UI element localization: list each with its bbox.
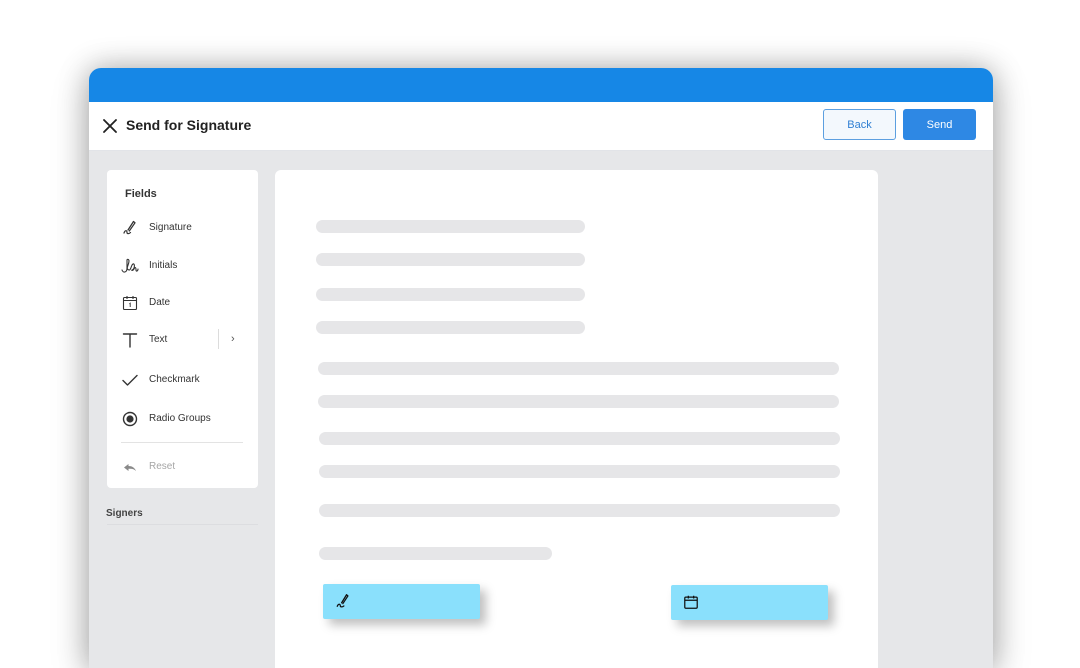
field-item-checkmark[interactable]: Checkmark (107, 367, 258, 393)
reset-button[interactable]: Reset (107, 454, 258, 480)
placeholder-text-line (316, 288, 585, 301)
placeholder-text-line (316, 220, 585, 233)
field-item-text[interactable]: Text › (107, 327, 258, 353)
header-bar: Send for Signature Back Send (89, 102, 993, 151)
placeholder-text-line (319, 432, 840, 445)
placed-signature-field[interactable] (323, 584, 480, 619)
field-label-initials: Initials (149, 260, 178, 271)
placeholder-text-line (316, 321, 585, 334)
field-item-signature[interactable]: Signature (107, 215, 258, 241)
pen-icon (123, 220, 136, 235)
field-item-date[interactable]: Date (107, 290, 258, 316)
send-button[interactable]: Send (903, 109, 976, 140)
fields-title: Fields (125, 188, 157, 200)
signers-divider (107, 524, 258, 525)
text-icon (122, 333, 138, 348)
placeholder-text-line (319, 547, 552, 560)
placeholder-text-line (316, 253, 585, 266)
pen-icon (336, 594, 349, 608)
field-item-radio-groups[interactable]: Radio Groups (107, 406, 258, 432)
field-label-date: Date (149, 297, 171, 308)
document-page (275, 170, 878, 668)
field-label-signature: Signature (149, 222, 192, 233)
signers-heading: Signers (106, 508, 143, 519)
radio-icon (122, 411, 138, 427)
undo-icon (124, 464, 136, 471)
calendar-icon (684, 595, 698, 609)
field-label-radio-groups: Radio Groups (149, 413, 211, 424)
placeholder-text-line (318, 395, 839, 408)
checkmark-icon (122, 374, 138, 386)
placeholder-text-line (319, 465, 840, 478)
placeholder-text-line (319, 504, 840, 517)
top-accent-bar (89, 68, 993, 102)
calendar-icon (122, 296, 138, 311)
panel-divider (121, 442, 243, 443)
close-icon[interactable] (101, 117, 119, 135)
initials-icon (121, 258, 139, 273)
app-window: Send for Signature Back Send Fields Sign… (89, 68, 993, 668)
field-label-text: Text (149, 334, 168, 345)
chevron-right-icon[interactable]: › (231, 333, 235, 345)
reset-label: Reset (149, 461, 176, 472)
back-button[interactable]: Back (823, 109, 896, 140)
field-label-checkmark: Checkmark (149, 374, 200, 385)
placed-date-field[interactable] (671, 585, 828, 620)
page-title: Send for Signature (126, 117, 252, 133)
fields-panel: Fields Signature Initials Date Text › Ch… (107, 170, 258, 488)
separator (218, 329, 219, 349)
field-item-initials[interactable]: Initials (107, 253, 258, 279)
placeholder-text-line (318, 362, 839, 375)
